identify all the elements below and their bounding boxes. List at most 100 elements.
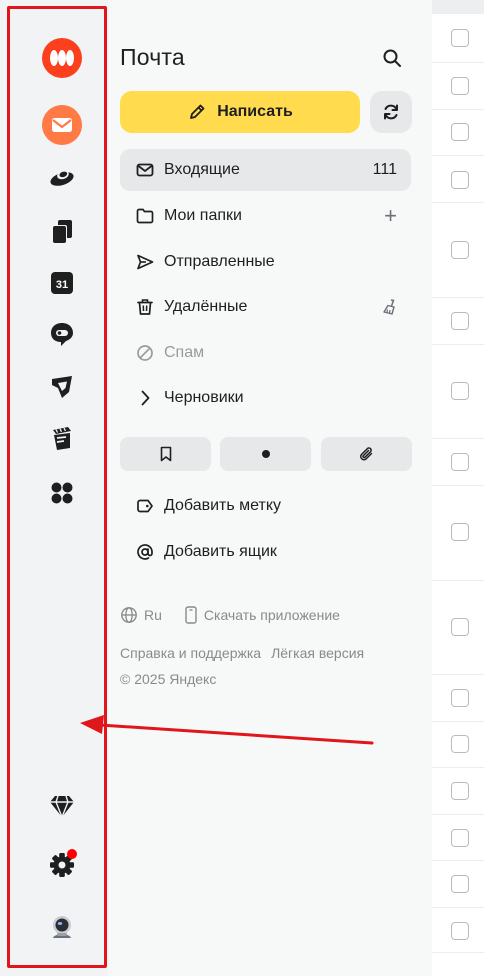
folder-my-folders[interactable]: Мои папки + [120,195,411,237]
copyright: © 2025 Яндекс [120,671,217,687]
send-icon [137,254,154,270]
premium-diamond-icon[interactable] [38,782,86,830]
help-link[interactable]: Справка и поддержка [120,645,261,661]
list-toolbar [432,0,484,14]
mail-app-icon[interactable] [38,101,86,149]
spam-icon [137,345,153,361]
disk-app-icon[interactable] [38,153,86,201]
docs-app-icon[interactable] [38,207,86,255]
label-icon [137,499,153,513]
message-checkbox[interactable] [451,735,469,753]
message-checkbox[interactable] [451,241,469,259]
page-title: Почта [120,44,185,70]
add-mailbox-button[interactable]: Добавить ящик [120,531,411,573]
select-all-checkbox[interactable] [451,29,469,47]
message-checkbox[interactable] [451,171,469,189]
add-label-text: Добавить метку [164,497,282,514]
chevron-right-icon [141,390,150,406]
svg-text:31: 31 [56,279,68,291]
folder-sent[interactable]: Отправленные [120,241,411,283]
messenger-app-icon[interactable] [38,310,86,358]
list-item[interactable] [432,721,484,753]
broom-icon [383,299,395,315]
phone-icon [185,606,197,624]
language-switch[interactable]: Ru [144,607,162,623]
mail-sidebar: Почта Написать Входящие 111 Мои папки + … [108,0,432,976]
all-services-icon[interactable] [38,469,86,517]
folder-label: Удалённые [164,298,248,315]
pencil-icon [190,104,205,119]
message-checkbox[interactable] [451,782,469,800]
settings-gear-icon[interactable] [38,839,86,887]
message-checkbox[interactable] [451,123,469,141]
add-folder-button[interactable]: + [384,195,397,237]
telemost-app-icon[interactable] [38,362,86,410]
list-item[interactable] [432,297,484,330]
lite-version-link[interactable]: Лёгкая версия [271,645,364,661]
add-mailbox-text: Добавить ящик [164,543,277,560]
folder-label: Входящие [164,161,240,178]
folder-inbox[interactable]: Входящие 111 [120,149,411,191]
footer-links-2: Справка и поддержка Лёгкая версия [120,645,364,661]
list-item[interactable] [432,674,484,707]
folder-spam[interactable]: Спам [120,332,411,374]
list-item[interactable] [432,62,484,95]
list-item[interactable] [432,344,484,400]
notification-badge [67,849,77,859]
filter-unread[interactable] [220,437,311,471]
filter-bookmarked[interactable] [120,437,211,471]
list-item[interactable] [432,202,484,259]
message-list [432,0,484,976]
message-checkbox[interactable] [451,523,469,541]
add-label-button[interactable]: Добавить метку [120,485,411,527]
refresh-button[interactable] [370,91,412,133]
notes-app-icon[interactable] [38,414,86,462]
message-checkbox[interactable] [451,922,469,940]
list-item[interactable] [432,767,484,800]
globe-icon [121,607,137,623]
yandex-apps-logo-icon[interactable] [38,34,86,82]
download-app-link[interactable]: Скачать приложение [204,607,340,623]
footer-links: Ru Скачать приложение [120,606,340,624]
at-sign-icon [137,544,153,560]
unread-count: 111 [372,161,397,178]
list-item[interactable] [432,580,484,636]
bookmark-icon [160,446,171,462]
message-checkbox[interactable] [451,382,469,400]
folder-drafts[interactable]: Черновики [120,377,411,419]
search-button[interactable] [376,42,408,74]
filter-attachments[interactable] [321,437,412,471]
folder-label: Черновики [164,389,244,406]
app-rail: 31 [0,0,108,976]
message-checkbox[interactable] [451,77,469,95]
attachment-icon [359,447,372,461]
list-item[interactable] [432,952,484,953]
list-item[interactable] [432,485,484,541]
message-checkbox[interactable] [451,875,469,893]
search-icon [383,49,401,67]
message-checkbox[interactable] [451,829,469,847]
unread-dot-icon [261,450,270,458]
message-checkbox[interactable] [451,689,469,707]
list-item[interactable] [432,814,484,847]
clean-folder-button[interactable] [381,286,397,328]
folder-label: Отправленные [164,253,275,270]
refresh-icon [384,104,398,120]
compose-button[interactable]: Написать [120,91,360,133]
list-item[interactable] [432,438,484,471]
calendar-app-icon[interactable]: 31 [38,259,86,307]
message-checkbox[interactable] [451,453,469,471]
message-checkbox[interactable] [451,312,469,330]
envelope-icon [136,163,154,177]
message-checkbox[interactable] [451,618,469,636]
list-item[interactable] [432,109,484,141]
folder-icon [136,208,154,224]
user-avatar-icon[interactable] [38,904,86,952]
folder-label: Спам [164,344,205,361]
trash-icon [137,299,153,315]
list-item[interactable] [432,860,484,893]
list-item[interactable] [432,155,484,189]
folder-deleted[interactable]: Удалённые [120,286,411,328]
compose-label: Написать [217,103,293,120]
list-item[interactable] [432,907,484,940]
